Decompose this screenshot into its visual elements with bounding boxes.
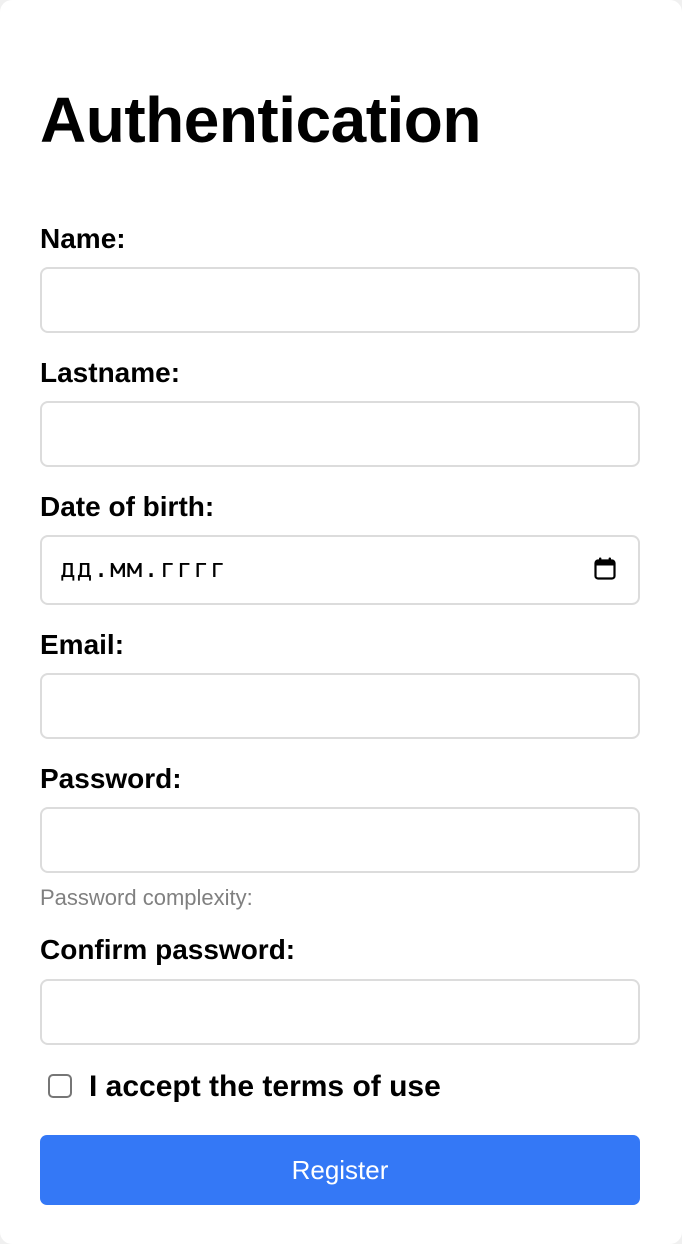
email-label: Email:	[40, 629, 125, 660]
lastname-input[interactable]	[40, 401, 640, 467]
password-complexity-hint: Password complexity:	[40, 885, 253, 910]
date-of-birth-label: Date of birth:	[40, 491, 215, 522]
page-title: Authentication	[40, 84, 481, 156]
password-input[interactable]	[40, 807, 640, 873]
date-of-birth-input[interactable]: дд.мм.гггг	[40, 535, 640, 605]
confirm-password-label: Confirm password:	[40, 934, 296, 965]
auth-form-card: Authentication Name: Lastname: Date of b…	[0, 0, 682, 1244]
terms-checkbox[interactable]	[48, 1074, 72, 1098]
email-input[interactable]	[40, 673, 640, 739]
terms-label[interactable]: I accept the terms of use	[89, 1070, 441, 1104]
calendar-icon[interactable]	[594, 557, 616, 581]
register-button[interactable]: Register	[40, 1135, 640, 1205]
lastname-label: Lastname:	[40, 357, 181, 388]
date-format-placeholder: дд.мм.гггг	[60, 554, 227, 584]
password-label: Password:	[40, 763, 182, 794]
confirm-password-input[interactable]	[40, 979, 640, 1045]
name-label: Name:	[40, 223, 126, 254]
name-input[interactable]	[40, 267, 640, 333]
